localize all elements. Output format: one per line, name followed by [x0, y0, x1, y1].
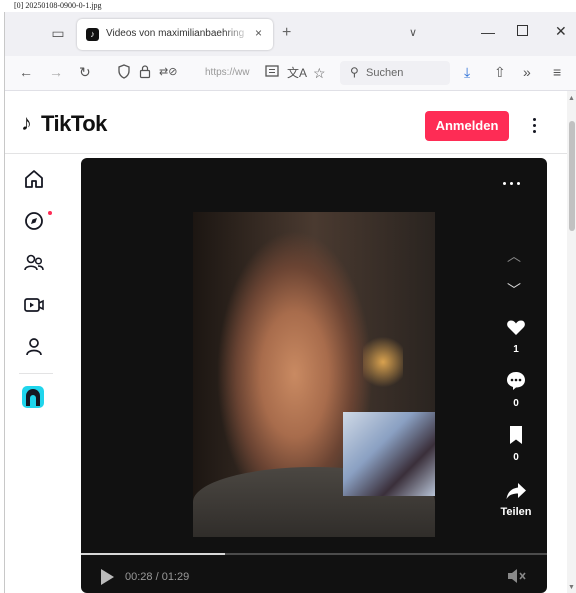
minimize-button[interactable]: — — [481, 24, 495, 40]
tab-list-icon[interactable]: ▭ — [49, 24, 67, 42]
bookmark-star-icon[interactable]: ☆ — [313, 65, 326, 81]
comment-icon — [507, 372, 525, 390]
video-more-icon[interactable] — [501, 180, 525, 188]
sidebar-divider — [19, 373, 53, 374]
tiktok-wordmark: TikTok — [41, 111, 107, 136]
translate-icon[interactable]: 文A — [287, 65, 307, 81]
comment-count: 0 — [513, 398, 519, 409]
background-lamp — [363, 332, 403, 392]
heart-icon — [507, 320, 525, 335]
home-icon[interactable] — [19, 164, 49, 194]
back-arrow-icon[interactable]: ← — [19, 64, 33, 80]
save-count: 0 — [513, 452, 519, 463]
reload-icon[interactable]: ↻ — [79, 64, 91, 80]
like-count: 1 — [513, 344, 519, 355]
tab-close-icon[interactable]: × — [255, 26, 262, 40]
search-input[interactable]: ⚲ Suchen — [340, 61, 450, 85]
like-action[interactable]: 1 — [497, 316, 535, 355]
share-icon[interactable]: ⇧ — [494, 64, 506, 80]
tab-overflow-icon[interactable]: ∨ — [409, 26, 417, 39]
maximize-button[interactable] — [517, 25, 528, 36]
permissions-icon[interactable]: ⇄⊘ — [159, 64, 177, 80]
comment-action[interactable]: 0 — [497, 370, 535, 409]
bookmark-icon — [510, 426, 522, 444]
share-arrow-icon — [506, 483, 526, 499]
tiktok-app-icon[interactable] — [22, 386, 44, 408]
menu-icon[interactable]: ≡ — [553, 64, 561, 80]
page-scrollbar[interactable]: ▲ ▼ — [567, 91, 576, 593]
navigation-bar: ← → ↻ ⇄⊘ https://ww 文A ☆ ⚲ Suchen ⤓ ⇧ » … — [5, 56, 576, 91]
tiktok-header: ♪ TikTok Anmelden — [5, 91, 567, 154]
live-icon[interactable] — [19, 290, 49, 320]
notification-dot — [48, 211, 52, 215]
search-icon: ⚲ — [350, 65, 359, 79]
download-icon[interactable]: ⤓ — [464, 64, 470, 80]
share-label: Teilen — [500, 506, 532, 518]
share-action[interactable]: Teilen — [497, 480, 535, 518]
scroll-thumb[interactable] — [569, 121, 575, 231]
url-bar[interactable]: ⇄⊘ https://ww 文A ☆ — [105, 61, 335, 85]
background-monitor — [343, 412, 435, 496]
tab-title: Videos von maximilianbaehring — [106, 28, 251, 39]
forward-arrow-icon[interactable]: → — [49, 64, 63, 80]
play-icon[interactable] — [101, 569, 114, 585]
tiktok-note-icon: ♪ — [21, 110, 32, 135]
shield-icon[interactable] — [117, 64, 131, 82]
video-player[interactable]: ︿ ﹀ 1 0 0 Teilen 00:28 / 01:29 — [81, 158, 547, 593]
new-tab-button[interactable]: + — [282, 25, 291, 41]
scroll-down-icon[interactable]: ▼ — [568, 584, 575, 591]
sidebar — [5, 154, 65, 593]
next-video-icon[interactable]: ﹀ — [507, 280, 521, 300]
lock-icon[interactable] — [139, 64, 151, 82]
reader-icon[interactable] — [265, 64, 279, 81]
mute-icon[interactable] — [507, 568, 527, 584]
explore-icon[interactable] — [19, 206, 52, 236]
profile-icon[interactable] — [19, 332, 49, 362]
tiktok-favicon-icon: ♪ — [86, 28, 99, 41]
more-options-icon[interactable] — [527, 111, 543, 141]
active-tab[interactable]: ♪ Videos von maximilianbaehring × — [77, 19, 273, 50]
image-caption: [0] 20250108-0900-0-1.jpg — [14, 1, 102, 10]
tab-bar: ▭ ♪ Videos von maximilianbaehring × + ∨ … — [5, 12, 576, 56]
close-window-button[interactable]: ✕ — [555, 23, 567, 40]
login-button[interactable]: Anmelden — [425, 111, 509, 141]
search-placeholder: Suchen — [366, 67, 404, 79]
video-frame[interactable] — [193, 212, 435, 537]
time-display: 00:28 / 01:29 — [125, 571, 190, 583]
previous-video-icon[interactable]: ︿ — [507, 246, 521, 266]
overflow-icon[interactable]: » — [523, 64, 531, 80]
browser-window: ▭ ♪ Videos von maximilianbaehring × + ∨ … — [4, 12, 576, 593]
progress-fill — [81, 553, 226, 555]
url-text: https://ww — [205, 67, 250, 78]
following-icon[interactable] — [19, 248, 49, 278]
progress-bar[interactable] — [81, 553, 547, 555]
save-action[interactable]: 0 — [497, 424, 535, 463]
scroll-up-icon[interactable]: ▲ — [568, 95, 575, 102]
